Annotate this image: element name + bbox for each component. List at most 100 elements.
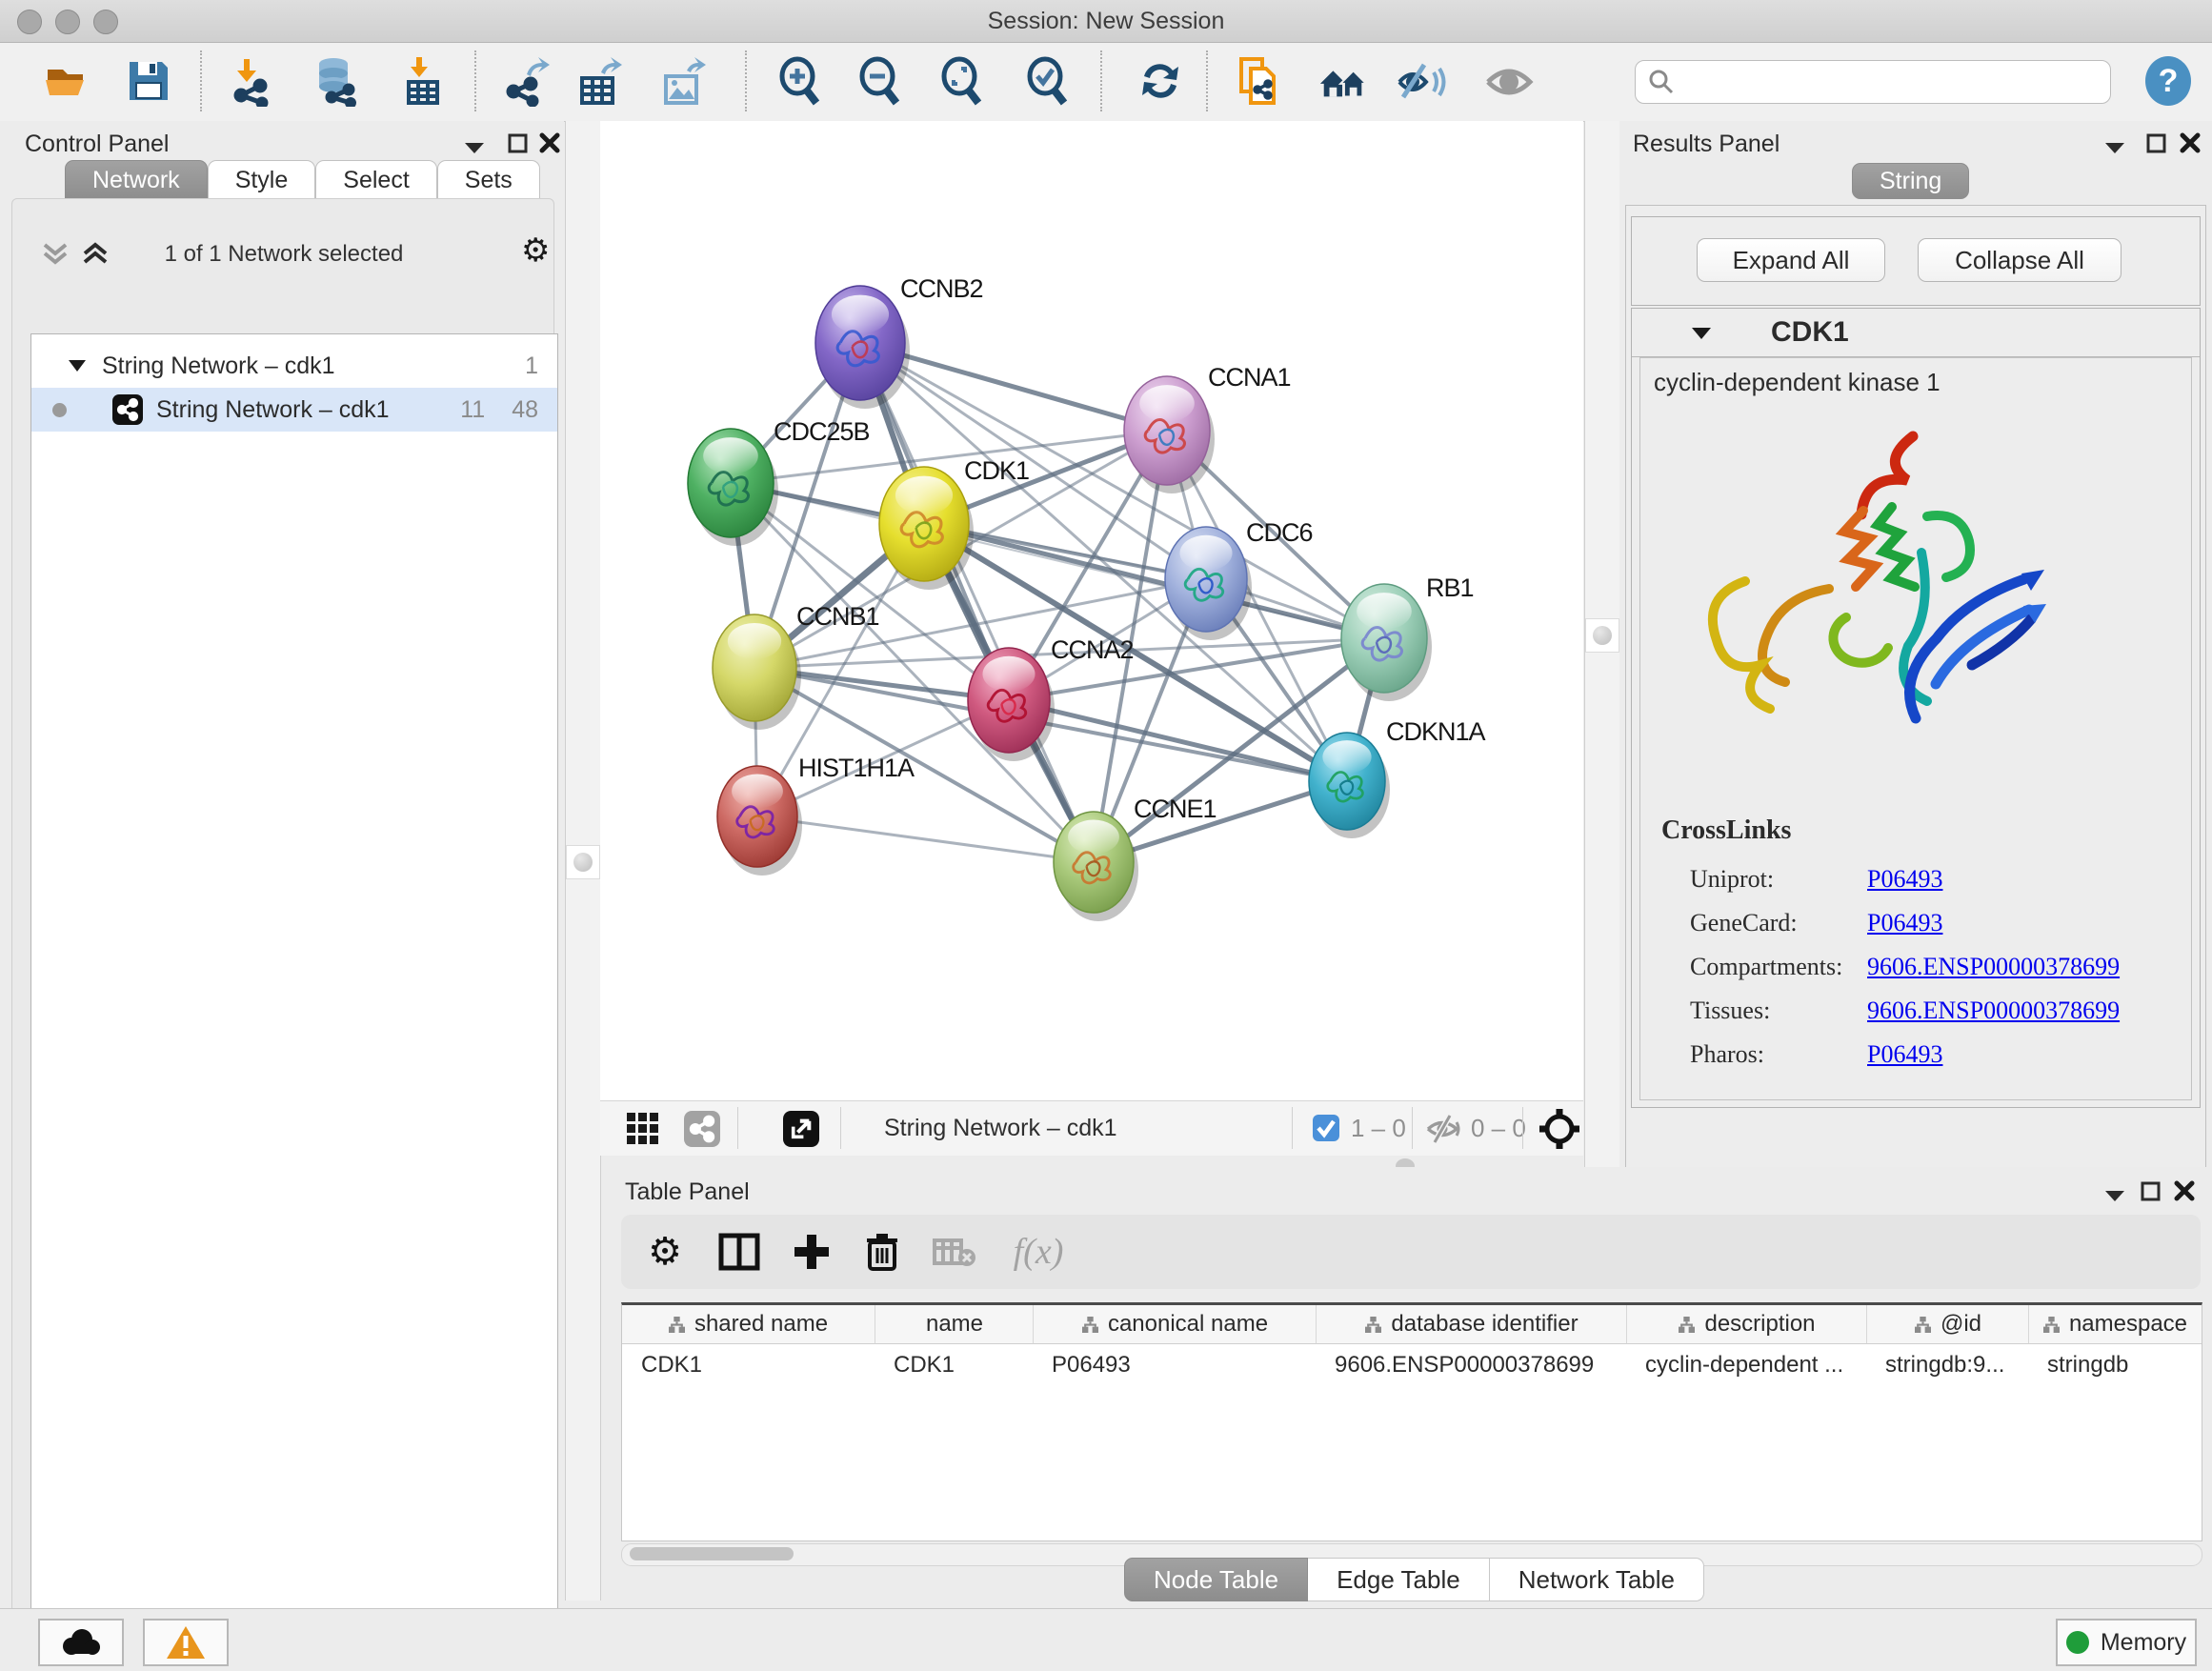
node-RB1[interactable] xyxy=(1341,584,1432,701)
memory-button[interactable]: Memory xyxy=(2056,1619,2197,1666)
network-row-selected[interactable]: String Network – cdk1 11 48 xyxy=(31,388,557,432)
network-graph[interactable]: CCNB2CCNA1CDC25BCDK1CDC6RB1CCNB1CCNA2CDK… xyxy=(600,121,1583,1100)
tree-expand-icon[interactable] xyxy=(68,359,87,372)
column-header-name[interactable]: name xyxy=(875,1305,1034,1344)
delete-column-button[interactable] xyxy=(855,1225,909,1278)
grid-view-icon[interactable] xyxy=(627,1113,659,1145)
network-collection-row[interactable]: String Network – cdk1 1 xyxy=(31,344,557,388)
column-header-database-identifier[interactable]: database identifier xyxy=(1316,1305,1627,1344)
table-cell-namespace[interactable]: stringdb xyxy=(2028,1344,2201,1386)
right-splitter[interactable] xyxy=(1584,121,1620,1167)
tab-node-table[interactable]: Node Table xyxy=(1124,1558,1308,1601)
tab-network[interactable]: Network xyxy=(65,160,208,199)
close-panel-icon[interactable] xyxy=(2180,132,2201,153)
expand-all-button[interactable]: Expand All xyxy=(1697,238,1885,282)
node-CDC6[interactable] xyxy=(1165,527,1252,640)
network-canvas[interactable]: CCNB2CCNA1CDC25BCDK1CDC6RB1CCNB1CCNA2CDK… xyxy=(600,121,1583,1100)
export-image-button[interactable] xyxy=(657,54,711,108)
import-table-file-button[interactable] xyxy=(398,54,452,108)
export-network-icon xyxy=(502,55,553,107)
tissues-link[interactable]: 9606.ENSP00000378699 xyxy=(1867,997,2120,1024)
column-header-namespace[interactable]: namespace xyxy=(2028,1305,2202,1344)
zoom-in-button[interactable] xyxy=(774,54,827,108)
table-cell-shared-name[interactable]: CDK1 xyxy=(622,1344,875,1386)
splitter-handle[interactable] xyxy=(1585,618,1619,653)
export-table-button[interactable] xyxy=(573,54,627,108)
tab-sets[interactable]: Sets xyxy=(437,160,540,199)
close-panel-icon[interactable] xyxy=(539,132,560,153)
zoom-out-button[interactable] xyxy=(854,54,907,108)
uniprot-link[interactable]: P06493 xyxy=(1867,865,1942,893)
show-graphics-button[interactable] xyxy=(1482,54,1536,108)
apply-layout-button[interactable] xyxy=(1134,54,1187,108)
cloud-status-button[interactable] xyxy=(38,1619,124,1666)
column-header-id[interactable]: @id xyxy=(1866,1305,2029,1344)
collapse-panel-icon[interactable] xyxy=(463,140,486,155)
node-CCNB2[interactable] xyxy=(815,286,910,409)
float-panel-icon[interactable] xyxy=(507,132,530,155)
tab-select[interactable]: Select xyxy=(315,160,436,199)
tab-network-table[interactable]: Network Table xyxy=(1490,1558,1704,1601)
node-CDK1[interactable] xyxy=(879,467,974,590)
namespace-icon xyxy=(2043,1317,2060,1333)
node-CDKN1A[interactable] xyxy=(1309,733,1390,838)
table-cell-canonical-name[interactable]: P06493 xyxy=(1033,1344,1316,1386)
table-cell-name[interactable]: CDK1 xyxy=(875,1344,1033,1386)
crosshair-icon[interactable] xyxy=(1538,1107,1581,1151)
network-view-icon[interactable] xyxy=(684,1111,720,1147)
export-network-button[interactable] xyxy=(501,54,554,108)
float-panel-icon[interactable] xyxy=(2140,1180,2162,1203)
help-button[interactable]: ? xyxy=(2145,56,2191,106)
node-CCNB1[interactable] xyxy=(713,614,801,730)
network-options-gear-icon[interactable]: ⚙ xyxy=(521,232,550,270)
import-network-database-button[interactable] xyxy=(310,54,363,108)
splitter-handle[interactable] xyxy=(566,845,600,879)
close-panel-icon[interactable] xyxy=(2174,1180,2195,1201)
table-cell-id[interactable]: stringdb:9... xyxy=(1866,1344,2028,1386)
node-HIST1H1A[interactable] xyxy=(717,766,802,876)
delete-table-button[interactable] xyxy=(928,1225,981,1278)
open-session-button[interactable] xyxy=(40,54,93,108)
string-copy-network-button[interactable] xyxy=(1233,54,1286,108)
table-cell-description[interactable]: cyclin-dependent ... xyxy=(1626,1344,1866,1386)
node-CCNA1[interactable] xyxy=(1124,376,1215,493)
hide-graphics-button[interactable] xyxy=(1396,54,1449,108)
pharos-link[interactable]: P06493 xyxy=(1867,1040,1942,1068)
zoom-fit-button[interactable] xyxy=(935,54,989,108)
scrollbar-thumb[interactable] xyxy=(630,1547,794,1560)
table-options-gear-icon[interactable]: ⚙ xyxy=(638,1225,692,1278)
search-input[interactable] xyxy=(1676,68,2080,96)
save-session-button[interactable] xyxy=(122,54,175,108)
show-columns-button[interactable] xyxy=(713,1225,766,1278)
gene-collapse-icon[interactable] xyxy=(1691,326,1712,340)
birds-eye-view-icon[interactable] xyxy=(783,1111,819,1147)
left-splitter[interactable] xyxy=(565,121,601,1601)
selected-checkbox-icon[interactable] xyxy=(1313,1115,1339,1141)
column-header-canonical-name[interactable]: canonical name xyxy=(1033,1305,1317,1344)
gene-header[interactable]: CDK1 xyxy=(1632,309,2200,357)
genecard-link[interactable]: P06493 xyxy=(1867,909,1942,936)
warning-status-button[interactable] xyxy=(143,1619,229,1666)
compartments-link[interactable]: 9606.ENSP00000378699 xyxy=(1867,953,2120,980)
namespace-icon xyxy=(669,1317,685,1333)
table-cell-database-identifier[interactable]: 9606.ENSP00000378699 xyxy=(1316,1344,1626,1386)
create-column-button[interactable] xyxy=(785,1225,838,1278)
collapse-all-button[interactable]: Collapse All xyxy=(1918,238,2122,282)
import-network-file-button[interactable] xyxy=(227,54,280,108)
collapse-all-networks-icon[interactable] xyxy=(41,241,70,268)
tab-edge-table[interactable]: Edge Table xyxy=(1308,1558,1490,1601)
column-header-description[interactable]: description xyxy=(1626,1305,1867,1344)
collapse-panel-icon[interactable] xyxy=(2103,1188,2126,1203)
home-button[interactable] xyxy=(1317,54,1370,108)
edge-CCNE1-HIST1H1A[interactable] xyxy=(757,816,1094,862)
tab-string[interactable]: String xyxy=(1852,163,1969,199)
expand-all-networks-icon[interactable] xyxy=(81,241,110,268)
zoom-selected-button[interactable] xyxy=(1021,54,1075,108)
column-header-shared-name[interactable]: shared name xyxy=(622,1305,875,1344)
node-CCNE1[interactable] xyxy=(1054,812,1138,921)
apply-function-button[interactable]: f(x) xyxy=(1000,1225,1076,1278)
collapse-panel-icon[interactable] xyxy=(2103,140,2126,155)
float-panel-icon[interactable] xyxy=(2145,132,2168,155)
edge-CCNA2-CDKN1A[interactable] xyxy=(1009,700,1347,781)
tab-style[interactable]: Style xyxy=(208,160,316,199)
